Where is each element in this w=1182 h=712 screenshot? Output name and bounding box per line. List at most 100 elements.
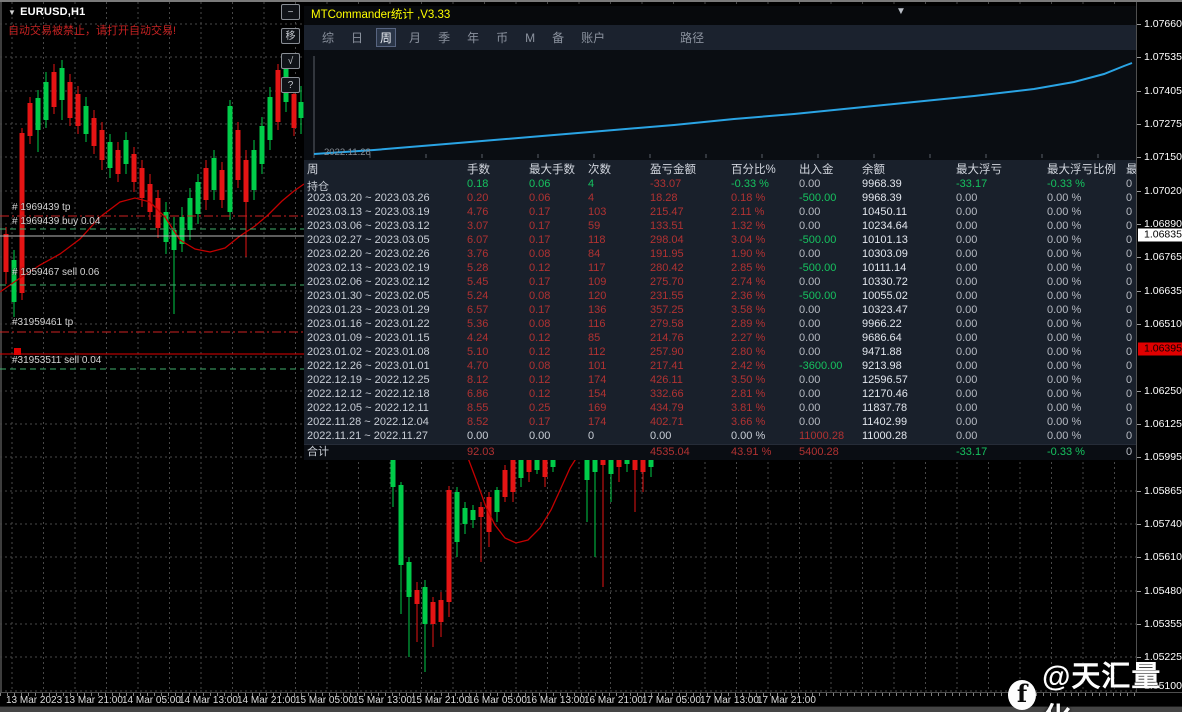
mt4-window: ▼ EURUSD,H1 自动交易被禁止，请打开自动交易! # 1969439 tp… <box>0 0 1182 712</box>
table-row[interactable]: 2023.02.20 ~ 2023.02.26 3.76 0.08 84 191.95 1… <box>304 248 1136 262</box>
table-row[interactable]: 2022.12.12 ~ 2022.12.18 6.86 0.12 154 332.66… <box>304 388 1136 402</box>
row-total[interactable]: 合计 92.03 4535.04 43.91 % 5400.28 -33.17 -0.33 … <box>304 444 1136 460</box>
cell: 174 <box>588 374 607 386</box>
cell: 217.41 <box>650 360 684 372</box>
table-row[interactable]: 2023.03.13 ~ 2023.03.19 4.76 0.17 103 215.47… <box>304 206 1136 220</box>
price-label: 1.05480 <box>1144 585 1182 597</box>
order-label-2[interactable]: # 1959467 sell 0.06 <box>12 267 99 278</box>
price-label: 1.06765 <box>1144 251 1182 263</box>
cell: 0.00 <box>799 416 821 428</box>
move-button[interactable]: 移 <box>281 28 300 44</box>
cell: 112 <box>588 346 606 358</box>
menu-item-账户[interactable]: 账户 <box>577 28 609 47</box>
cell: 2023.01.23 ~ 2023.01.29 <box>307 304 430 316</box>
cell: 2.36 % <box>731 290 766 302</box>
cell: 0.00 <box>956 290 978 302</box>
cell: 10303.09 <box>862 248 908 260</box>
cell: 109 <box>588 276 607 288</box>
cell: 2023.01.30 ~ 2023.02.05 <box>307 290 430 302</box>
price-tick <box>1137 624 1141 625</box>
cell: 154 <box>588 388 607 400</box>
cell: 133.51 <box>650 220 684 232</box>
menu-item-综[interactable]: 综 <box>318 28 338 47</box>
col-header-0: 周 <box>307 164 319 176</box>
time-axis[interactable]: 13 Mar 2023 13 Mar 21:00 14 Mar 05:00 14 Ma… <box>0 692 1182 706</box>
menu-item-币[interactable]: 币 <box>492 28 512 47</box>
menu-item-周[interactable]: 周 <box>376 28 397 47</box>
panel-collapse-icon[interactable]: ▼ <box>896 7 906 17</box>
cell: 0 <box>1126 332 1133 344</box>
minimize-button[interactable]: − <box>281 4 300 20</box>
price-label: 1.06510 <box>1144 318 1182 330</box>
menu-item-月[interactable]: 月 <box>405 28 425 47</box>
cell: 0.00 <box>799 402 821 414</box>
cell: 0.25 <box>529 402 551 414</box>
table-row[interactable]: 2023.01.02 ~ 2023.01.08 5.10 0.12 112 257.90… <box>304 346 1136 360</box>
menu-item-path[interactable]: 路径 <box>676 28 708 47</box>
table-row[interactable]: 2023.03.06 ~ 2023.03.12 3.07 0.17 59 133.51 1… <box>304 220 1136 234</box>
time-label: 17 Mar 21:00 <box>757 695 816 706</box>
cell: 3.50 % <box>731 374 766 386</box>
table-row[interactable]: 2022.11.28 ~ 2022.12.04 8.52 0.17 174 402.71… <box>304 416 1136 430</box>
cell: 2.80 % <box>731 346 766 358</box>
cell: 11000.28 <box>799 430 845 442</box>
cell: 0 <box>588 430 595 442</box>
menu-item-年[interactable]: 年 <box>463 28 483 47</box>
check-button[interactable]: √ <box>281 53 300 69</box>
cell: 0.00 <box>799 220 821 232</box>
table-row[interactable]: 2023.01.16 ~ 2023.01.22 5.36 0.08 116 279.58… <box>304 318 1136 332</box>
cell: 6.86 <box>467 388 489 400</box>
cell: 0.00 % <box>1047 416 1082 428</box>
order-label-0[interactable]: # 1969439 tp <box>12 202 70 213</box>
table-row[interactable]: 2023.01.30 ~ 2023.02.05 5.24 0.08 120 231.55… <box>304 290 1136 304</box>
menu-item-备[interactable]: 备 <box>548 28 568 47</box>
table-row[interactable]: 2023.01.23 ~ 2023.01.29 6.57 0.17 136 357.25… <box>304 304 1136 318</box>
order-label-4[interactable]: #31953511 sell 0.04 <box>12 355 101 366</box>
order-label-1[interactable]: # 1969439 buy 0.04 <box>12 216 100 227</box>
price-tick <box>1137 391 1141 392</box>
cell: 4.76 <box>467 206 489 218</box>
table-row[interactable]: 2022.11.21 ~ 2022.11.27 0.00 0.00 0 0.00 0.00… <box>304 430 1136 444</box>
cell: 0.17 <box>529 416 551 428</box>
chevron-down-icon[interactable]: ▼ <box>8 8 16 17</box>
cell: 0.00 <box>529 430 551 442</box>
cell: -500.00 <box>799 262 837 274</box>
panel-title[interactable]: MTCommander统计 ,V3.33 <box>304 6 1136 25</box>
cell: 0.00 <box>956 402 978 414</box>
cell: 3.04 % <box>731 234 766 246</box>
cell: 0.00 <box>799 332 821 344</box>
table-row[interactable]: 2022.12.26 ~ 2023.01.01 4.70 0.08 101 217.41… <box>304 360 1136 374</box>
order-label-3[interactable]: #31959461 tp <box>12 317 73 328</box>
menu-item-季[interactable]: 季 <box>434 28 454 47</box>
cell: 0.00 <box>799 178 821 190</box>
table-row[interactable]: 2023.02.13 ~ 2023.02.19 5.28 0.12 117 280.42… <box>304 262 1136 276</box>
table-row[interactable]: 2023.02.06 ~ 2023.02.12 5.45 0.17 109 275.70… <box>304 276 1136 290</box>
cell: 0.00 % <box>1047 388 1082 400</box>
cell: 0.00 % <box>1047 206 1082 218</box>
table-row[interactable]: 2023.01.09 ~ 2023.01.15 4.24 0.12 85 214.76 2… <box>304 332 1136 346</box>
bid-marker[interactable] <box>14 348 21 355</box>
cell: 0 <box>1126 446 1133 458</box>
help-button[interactable]: ? <box>281 77 300 93</box>
table-row[interactable]: 2023.02.27 ~ 2023.03.05 6.07 0.17 118 298.04… <box>304 234 1136 248</box>
cell: 2023.02.13 ~ 2023.02.19 <box>307 262 430 274</box>
table-row[interactable]: 2022.12.19 ~ 2022.12.25 8.12 0.12 174 426.11… <box>304 374 1136 388</box>
price-axis[interactable]: 1.07660 1.07535 1.07405 1.07275 1.07150 1.070… <box>1136 2 1182 692</box>
symbol-text: EURUSD,H1 <box>20 6 86 18</box>
menu-item-M[interactable]: M <box>521 30 539 46</box>
cell: 0 <box>1126 206 1133 218</box>
menu-item-日[interactable]: 日 <box>347 28 367 47</box>
col-header-3: 次数 <box>588 164 611 176</box>
cell: 10111.14 <box>862 262 907 274</box>
col-header-9: 最大浮亏比例 <box>1047 164 1116 176</box>
row-open-position[interactable]: 持仓 0.18 0.06 4 -33.07 -0.33 % 0.00 9968.39 -33.1… <box>304 178 1136 193</box>
cell: 279.58 <box>650 318 684 330</box>
cell: 0.00 % <box>1047 248 1082 260</box>
price-tick <box>1137 524 1141 525</box>
cell: 0.00 <box>799 304 821 316</box>
cell: 0 <box>1126 430 1133 442</box>
horizontal-scrollbar[interactable] <box>0 706 1182 712</box>
table-row[interactable]: 2023.03.20 ~ 2023.03.26 0.20 0.06 4 18.28 0.1… <box>304 192 1136 206</box>
table-row[interactable]: 2022.12.05 ~ 2022.12.11 8.55 0.25 169 434.79… <box>304 402 1136 416</box>
cell: 2.27 % <box>731 332 766 344</box>
